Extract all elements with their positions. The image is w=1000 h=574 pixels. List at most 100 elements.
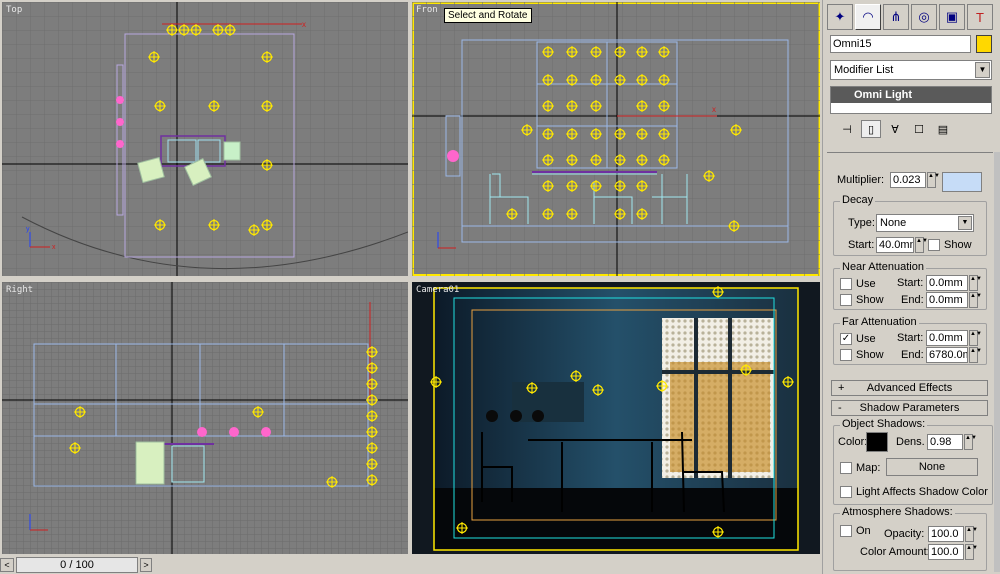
decay-title: Decay bbox=[840, 194, 876, 206]
opacity-spinner[interactable]: ▲▼ bbox=[965, 526, 978, 542]
next-frame-button[interactable]: > bbox=[140, 558, 152, 572]
far-use-label: Use bbox=[856, 333, 876, 345]
modifier-list-label: Modifier List bbox=[834, 64, 894, 76]
multiplier-spinner[interactable]: ▲▼ bbox=[927, 172, 940, 188]
shadow-parameters-rollout[interactable]: - Shadow Parameters bbox=[831, 400, 988, 416]
decay-group: Decay Type: None ▼ Start: 40.0mm ▲▼ Show bbox=[833, 194, 987, 256]
make-unique-icon[interactable]: ∀ bbox=[885, 120, 905, 138]
motion-tab-icon[interactable]: ◎ bbox=[911, 4, 937, 30]
svg-text:x: x bbox=[712, 105, 716, 114]
viewport-label-camera: Camera01 bbox=[416, 285, 460, 295]
map-label: Map: bbox=[856, 462, 881, 474]
atmosphere-shadows-group: Atmosphere Shadows: On Opacity: 100.0 ▲▼… bbox=[833, 506, 987, 571]
decay-type-label: Type: bbox=[848, 217, 875, 229]
display-tab-icon[interactable]: ▣ bbox=[939, 4, 965, 30]
stack-item-omni-light[interactable]: Omni Light bbox=[831, 87, 991, 103]
light-color-swatch[interactable] bbox=[942, 172, 982, 192]
panel-scrollbar[interactable] bbox=[994, 152, 1000, 572]
density-field[interactable]: 0.98 bbox=[927, 434, 963, 450]
map-checkbox[interactable] bbox=[840, 462, 852, 474]
advanced-effects-rollout[interactable]: + Advanced Effects bbox=[831, 380, 988, 396]
hierarchy-tab-icon[interactable]: ⋔ bbox=[883, 4, 909, 30]
near-attenuation-title: Near Attenuation bbox=[840, 261, 926, 273]
decay-start-spinner[interactable]: ▲▼ bbox=[915, 237, 928, 253]
utilities-tab-icon[interactable]: T bbox=[967, 4, 993, 30]
object-color-swatch[interactable] bbox=[976, 35, 992, 53]
density-label: Dens. bbox=[896, 436, 925, 448]
light-affects-shadow-checkbox[interactable] bbox=[840, 486, 852, 498]
viewport-top[interactable]: x y x Top bbox=[2, 2, 408, 276]
viewport-label-right: Right bbox=[6, 285, 34, 295]
far-attenuation-group: Far Attenuation ✓ Use Show Start: 0.0mm … bbox=[833, 316, 987, 365]
color-amount-label: Color Amount: bbox=[860, 546, 930, 558]
far-attenuation-title: Far Attenuation bbox=[840, 316, 919, 328]
command-panel-tabs: ✦ ◠ ⋔ ◎ ▣ T bbox=[827, 4, 993, 30]
top-view-scene: x y x bbox=[2, 2, 408, 276]
opacity-field[interactable]: 100.0 bbox=[928, 526, 964, 542]
far-show-label: Show bbox=[856, 349, 884, 361]
far-start-label: Start: bbox=[897, 332, 924, 344]
decay-show-label: Show bbox=[944, 239, 972, 251]
light-affects-shadow-label: Light Affects Shadow Color bbox=[856, 486, 988, 498]
time-slider-bar: < 0 / 100 > bbox=[0, 556, 822, 574]
object-shadows-group: Object Shadows: Color: Dens. 0.98 ▲▼ Map… bbox=[833, 418, 993, 505]
near-start-label: Start: bbox=[897, 277, 924, 289]
near-start-spinner[interactable]: ▲▼ bbox=[969, 275, 982, 291]
advanced-effects-label: Advanced Effects bbox=[866, 382, 953, 394]
right-view-scene bbox=[2, 282, 408, 554]
far-show-checkbox[interactable] bbox=[840, 349, 852, 361]
modifier-stack[interactable]: Omni Light bbox=[830, 86, 992, 114]
viewport-front[interactable]: x Fron bbox=[412, 2, 820, 276]
color-amount-spinner[interactable]: ▲▼ bbox=[965, 544, 978, 560]
modifier-list-dropdown[interactable]: Modifier List ▼ bbox=[830, 60, 992, 80]
near-show-label: Show bbox=[856, 294, 884, 306]
modify-tab-icon[interactable]: ◠ bbox=[855, 4, 881, 30]
viewport-right[interactable]: Right bbox=[2, 282, 408, 554]
chevron-down-icon: ▼ bbox=[958, 216, 972, 230]
shadow-map-button[interactable]: None bbox=[886, 458, 978, 476]
time-slider[interactable]: 0 / 100 bbox=[16, 557, 138, 573]
far-end-spinner[interactable]: ▲▼ bbox=[969, 347, 982, 363]
viewport-camera[interactable]: Camera01 bbox=[412, 282, 820, 554]
tooltip: Select and Rotate bbox=[444, 8, 532, 23]
configure-sets-icon[interactable]: ▤ bbox=[933, 120, 953, 138]
near-start-field[interactable]: 0.0mm bbox=[926, 275, 968, 291]
far-end-label: End: bbox=[901, 349, 924, 361]
near-end-spinner[interactable]: ▲▼ bbox=[969, 292, 982, 308]
atmosphere-on-checkbox[interactable] bbox=[840, 525, 852, 537]
create-tab-icon[interactable]: ✦ bbox=[827, 4, 853, 30]
svg-text:y: y bbox=[26, 226, 30, 233]
density-spinner[interactable]: ▲▼ bbox=[964, 434, 977, 450]
color-amount-field[interactable]: 100.0 bbox=[928, 544, 964, 560]
prev-frame-button[interactable]: < bbox=[0, 558, 14, 572]
show-end-result-icon[interactable]: ▯ bbox=[861, 120, 881, 138]
chevron-down-icon: ▼ bbox=[975, 62, 990, 78]
command-panel: ✦ ◠ ⋔ ◎ ▣ T Omni15 Modifier List ▼ Omni … bbox=[822, 0, 1000, 574]
decay-start-field[interactable]: 40.0mm bbox=[876, 237, 914, 253]
viewport-label-front: Fron bbox=[416, 5, 438, 15]
object-name-field[interactable]: Omni15 bbox=[830, 35, 971, 53]
front-view-scene: x bbox=[412, 2, 820, 276]
far-start-field[interactable]: 0.0mm bbox=[926, 330, 968, 346]
near-use-checkbox[interactable] bbox=[840, 278, 852, 290]
decay-start-label: Start: bbox=[848, 239, 875, 251]
viewport-label-top: Top bbox=[6, 5, 23, 15]
rollout-area: Multiplier: 0.023 ▲▼ Decay Type: None ▼ … bbox=[827, 152, 993, 572]
decay-show-checkbox[interactable] bbox=[928, 239, 940, 251]
decay-type-dropdown[interactable]: None ▼ bbox=[876, 214, 974, 232]
shadow-parameters-label: Shadow Parameters bbox=[859, 402, 960, 414]
far-end-field[interactable]: 6780.0mm bbox=[926, 347, 968, 363]
decay-type-value: None bbox=[880, 217, 907, 229]
remove-modifier-icon[interactable]: ☐ bbox=[909, 120, 929, 138]
near-show-checkbox[interactable] bbox=[840, 294, 852, 306]
near-end-field[interactable]: 0.0mm bbox=[926, 292, 968, 308]
multiplier-label: Multiplier: bbox=[837, 174, 885, 186]
pin-stack-icon[interactable]: ⊣ bbox=[837, 120, 857, 138]
near-end-label: End: bbox=[901, 294, 924, 306]
shadow-color-swatch[interactable] bbox=[866, 432, 888, 452]
far-use-checkbox[interactable]: ✓ bbox=[840, 333, 852, 345]
shadow-color-label: Color: bbox=[838, 436, 868, 448]
svg-text:x: x bbox=[302, 20, 306, 29]
multiplier-field[interactable]: 0.023 bbox=[890, 172, 926, 188]
far-start-spinner[interactable]: ▲▼ bbox=[969, 330, 982, 346]
